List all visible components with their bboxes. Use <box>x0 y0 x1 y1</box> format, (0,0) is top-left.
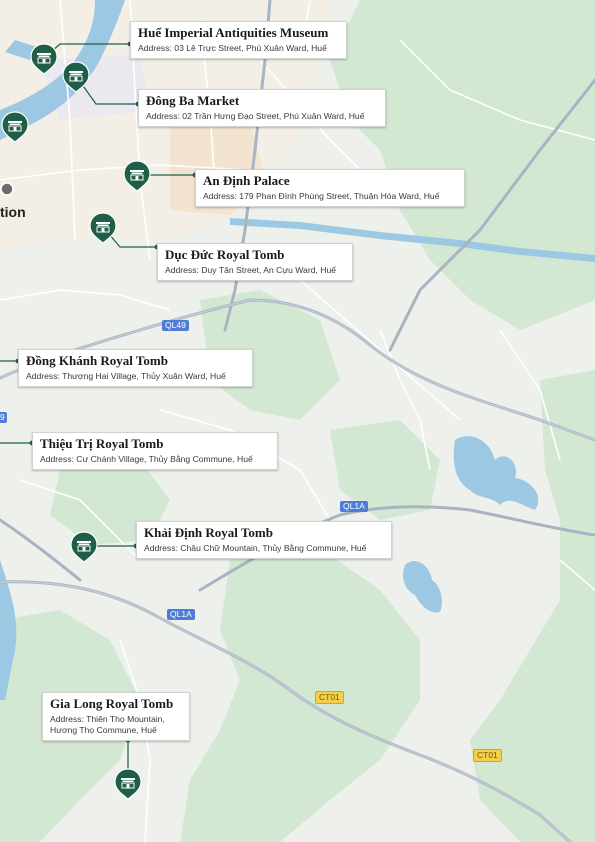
place-address: Address: Thượng Hai Village, Thủy Xuân W… <box>26 371 226 381</box>
city-label: tion <box>0 204 26 220</box>
road-label-ql1a: QL1A <box>167 609 195 620</box>
place-callout[interactable]: Đông Ba Market Address: 02 Trần Hưng Đạo… <box>138 89 386 127</box>
place-address: Address: 02 Trần Hưng Đạo Street, Phú Xu… <box>146 111 365 121</box>
place-callout[interactable]: Thiệu Trị Royal Tomb Address: Cư Chánh V… <box>32 432 278 470</box>
place-address: Address: 03 Lê Trực Street, Phú Xuân War… <box>138 43 327 53</box>
city-dot <box>0 182 14 196</box>
place-name: Dục Đức Royal Tomb <box>165 247 285 262</box>
place-name: Đông Ba Market <box>146 93 240 108</box>
place-name: Gia Long Royal Tomb <box>50 696 174 711</box>
place-name: Huế Imperial Antiquities Museum <box>138 25 329 40</box>
place-address: Address: Thiên Thọ Mountain, Hương Thọ C… <box>50 714 165 735</box>
place-name: Thiệu Trị Royal Tomb <box>40 436 164 451</box>
place-callout[interactable]: Gia Long Royal Tomb Address: Thiên Thọ M… <box>42 692 190 741</box>
place-address: Address: 179 Phan Đình Phùng Street, Thu… <box>203 191 440 201</box>
road-label-ct01: CT01 <box>315 691 344 704</box>
place-address: Address: Châu Chữ Mountain, Thủy Bằng Co… <box>144 543 367 553</box>
place-callout[interactable]: Huế Imperial Antiquities Museum Address:… <box>130 21 347 59</box>
place-callout[interactable]: Dục Đức Royal Tomb Address: Duy Tân Stre… <box>157 243 353 281</box>
place-callout[interactable]: An Định Palace Address: 179 Phan Đình Ph… <box>195 169 465 207</box>
place-address: Address: Cư Chánh Village, Thủy Bằng Com… <box>40 454 253 464</box>
road-label-ql1a: QL1A <box>340 501 368 512</box>
place-address: Address: Duy Tân Street, An Cựu Ward, Hu… <box>165 265 337 275</box>
place-name: An Định Palace <box>203 173 290 188</box>
place-name: Đồng Khánh Royal Tomb <box>26 353 168 368</box>
road-label-ql49: QL49 <box>162 320 189 331</box>
place-name: Khải Định Royal Tomb <box>144 525 273 540</box>
road-label-ct01: CT01 <box>473 749 502 762</box>
road-label-partial: 9 <box>0 412 7 423</box>
place-callout[interactable]: Đồng Khánh Royal Tomb Address: Thượng Ha… <box>18 349 253 387</box>
place-callout[interactable]: Khải Định Royal Tomb Address: Châu Chữ M… <box>136 521 392 559</box>
